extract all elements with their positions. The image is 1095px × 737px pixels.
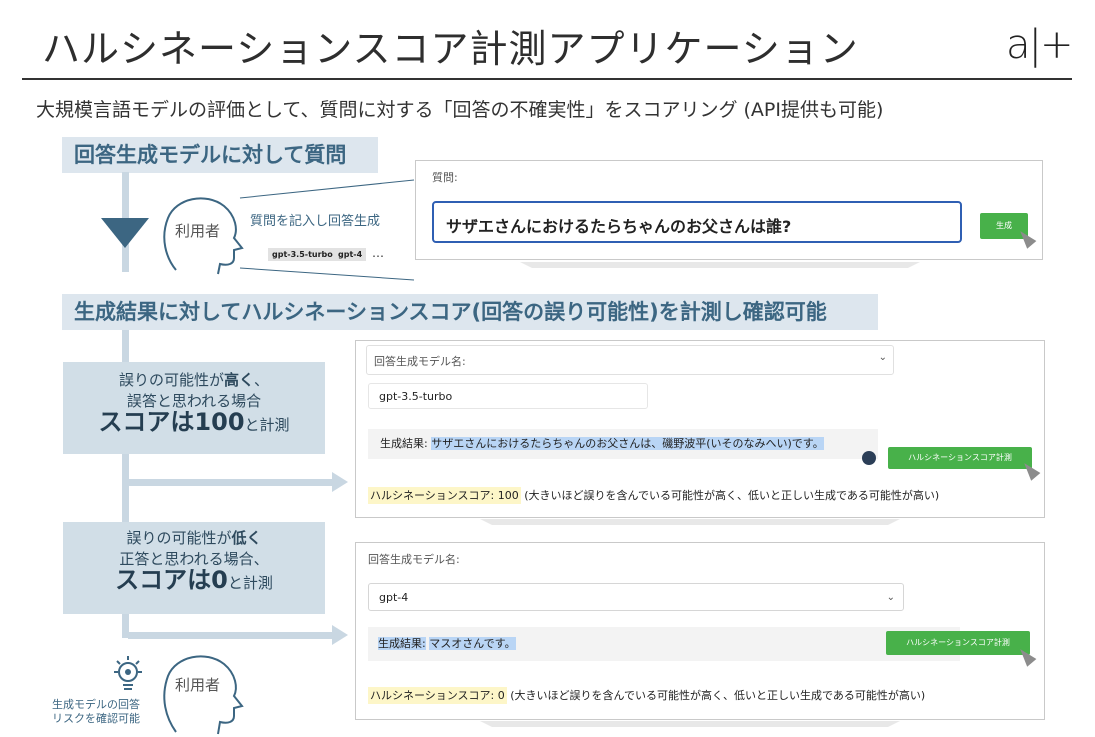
flow-arrow [128,479,334,486]
info-low-line1-pre: 誤りの可能性が [126,529,232,547]
measure-score-button[interactable]: ハルシネーションスコア計測 [886,631,1030,655]
lightbulb-gear-icon [114,656,142,690]
score-row: ハルシネーションスコア: 0 (大きいほど誤りを含んでいる可能性が高く、低いと正… [368,683,1038,709]
user-caption: 生成モデルの回答 リスクを確認可能 [40,698,152,726]
section-score-header: 生成結果に対してハルシネーションスコア(回答の誤り可能性)を計測し確認可能 [62,294,878,330]
arrow-head-icon [332,472,348,492]
info-low-score-suffix: と計測 [227,574,273,592]
model-select-value: gpt-4 [379,591,409,604]
model-chip-gpt4: gpt-4 [334,248,367,261]
info-low-score-text: スコアは0 [115,566,228,594]
question-panel: 質問: サザエさんにおけるたらちゃんのお父さんは誰? 生成 [415,160,1043,260]
info-high-line1-pre: 誤りの可能性が [118,371,224,389]
result-row: 生成結果: マスオさんです。 [368,627,960,661]
info-high-score-suffix: と計測 [244,416,290,434]
callout-lines [239,179,415,281]
arrow-head-icon [332,625,348,645]
ai-badge-icon [862,451,876,465]
info-high-line1-strong: 高く [223,371,254,389]
info-low-score: 誤りの可能性が低く 正答と思われる場合、 スコアは0と計測 [63,522,325,614]
user-label: 利用者 [175,222,221,240]
score-note: (大きいほど誤りを含んでいる可能性が高く、低いと正しい生成である可能性が高い) [510,689,926,702]
panel-shadow [480,721,900,727]
chevron-down-icon: ⌄ [886,592,895,603]
score-label: ハルシネーションスコア: 100 [368,487,521,504]
user-action-label: 質問を記入し回答生成 [250,214,381,229]
model-select[interactable]: gpt-4 ⌄ [368,583,904,611]
result-value: サザエさんにおけるたらちゃんのお父さんは、磯野波平(いそのなみへい)です。 [431,437,824,450]
chevron-down-icon: ⌄ [878,352,887,363]
user-caption-line2: リスクを確認可能 [52,712,140,725]
model-chip-more: … [372,246,384,260]
info-high-score-text: スコアは100 [98,408,245,436]
result-value: マスオさんです。 [429,637,516,650]
question-input[interactable]: サザエさんにおけるたらちゃんのお父さんは誰? [432,201,962,243]
info-high-score: 誤りの可能性が高く、 誤答と思われる場合 スコアは100と計測 [63,362,325,454]
result-label: 生成結果: [380,437,428,450]
panel-shadow [520,262,920,268]
info-high-line1-post: 、 [254,371,270,389]
result-row: 生成結果: サザエさんにおけるたらちゃんのお父さんは、磯野波平(いそのなみへい)… [368,429,878,459]
info-low-line1-strong: 低く [231,529,262,547]
header-divider [22,78,1072,80]
panel-shadow [480,519,900,525]
result-panel-low: 回答生成モデル名: gpt-4 ⌄ 生成結果: マスオさんです。 ハルシネーショ… [355,542,1045,720]
measure-score-button[interactable]: ハルシネーションスコア計測 [888,447,1032,469]
question-label: 質問: [432,171,458,184]
result-panel-high: 回答生成モデル名: ⌄ gpt-3.5-turbo 生成結果: サザエさんにおけ… [355,340,1045,518]
result-label: 生成結果: [378,637,426,650]
score-label-text: ハルシネーションスコア: [370,689,495,702]
score-note: (大きいほど誤りを含んでいる可能性が高く、低いと正しい生成である可能性が高い) [524,489,940,502]
model-select[interactable]: gpt-3.5-turbo [368,383,648,409]
user-caption-line1: 生成モデルの回答 [52,698,140,711]
company-logo: a|+ [1006,22,1074,68]
page-subtitle: 大規模言語モデルの評価として、質問に対する「回答の不確実性」をスコアリング (A… [36,99,884,121]
model-label: 回答生成モデル名: [368,553,460,566]
model-chip-gpt35: gpt-3.5-turbo [268,248,337,261]
model-select-frame: ⌄ [366,345,894,375]
down-arrow-icon [101,218,149,248]
section-ask-question-header: 回答生成モデルに対して質問 [62,137,378,173]
page-title: ハルシネーションスコア計測アプリケーション [42,27,859,71]
score-value: 0 [497,689,505,702]
user-label: 利用者 [175,676,221,694]
score-value: 100 [497,489,519,502]
score-label-text: ハルシネーションスコア: [370,489,495,502]
score-label: ハルシネーションスコア: 0 [368,687,507,704]
score-row: ハルシネーションスコア: 100 (大きいほど誤りを含んでいる可能性が高く、低い… [368,483,1038,509]
flow-arrow [128,632,334,639]
